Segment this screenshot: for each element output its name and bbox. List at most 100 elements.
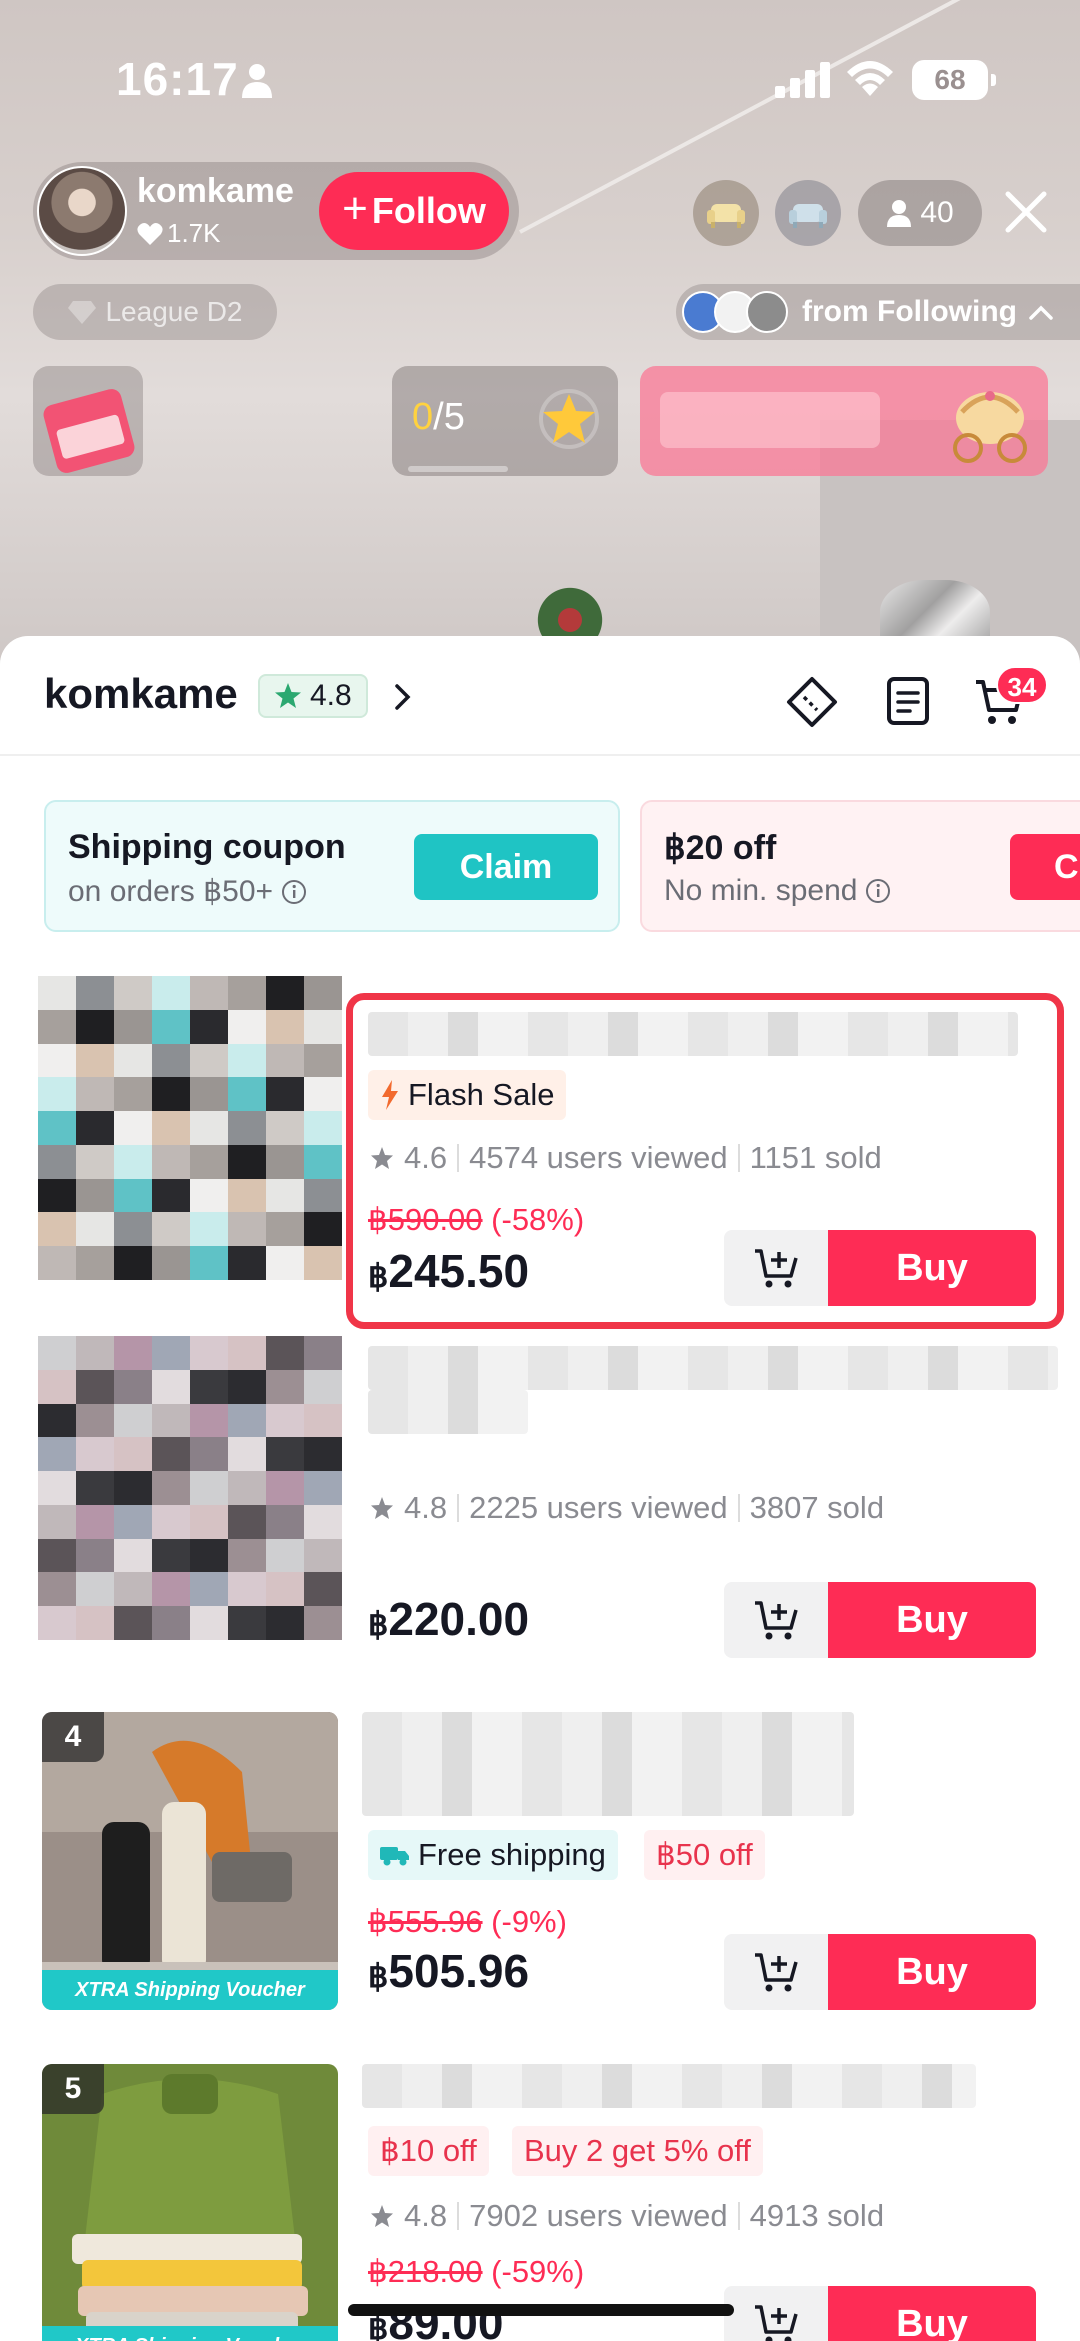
promo-tag: Buy 2 get 5% off: [512, 2126, 763, 2176]
pixel-block: [190, 1369, 228, 1404]
pixel-block: [114, 1212, 152, 1247]
following-avatars: [682, 291, 788, 333]
chevron-up-icon: [1029, 305, 1053, 320]
pixel-block: [228, 1606, 266, 1640]
top-viewer-badge-2[interactable]: [775, 180, 841, 246]
product-stats: 4.8 7902 users viewed 4913 sold: [370, 2198, 884, 2234]
progress-total: /5: [433, 396, 465, 438]
shop-rating-badge[interactable]: 4.8: [258, 674, 368, 718]
status-bar: 16:17 68: [0, 0, 1080, 150]
chevron-right-icon[interactable]: [392, 682, 414, 712]
close-icon[interactable]: [1000, 182, 1052, 242]
pixel-block: [38, 1403, 76, 1438]
viewer-count[interactable]: 40: [858, 180, 982, 246]
coupon-icon[interactable]: [786, 676, 838, 728]
pixelated-image: [38, 1336, 342, 1640]
pixel-block: [76, 1606, 114, 1640]
host-info[interactable]: komkame 1.7K + Follow: [33, 162, 519, 260]
pixel-block: [228, 1336, 266, 1370]
product-title-blurred[interactable]: [368, 1346, 1058, 1390]
product-title-blurred[interactable]: [362, 1712, 854, 1816]
add-to-cart-button[interactable]: [724, 1934, 830, 2010]
pixel-block: [114, 1606, 152, 1640]
pixel-block: [266, 1178, 304, 1213]
star-icon: [539, 389, 599, 449]
product-title-blurred[interactable]: [368, 1012, 1018, 1056]
gift-box-widget[interactable]: [33, 366, 143, 476]
follow-button[interactable]: + Follow: [319, 172, 509, 250]
star-icon: [371, 1497, 393, 1519]
add-cart-icon: [755, 1953, 798, 1992]
shipping-voucher-strip: XTRA Shipping Voucher: [42, 2326, 338, 2341]
pixel-block: [190, 976, 228, 1010]
carriage-icon: [953, 391, 1027, 463]
buy-button[interactable]: Buy: [828, 1934, 1036, 2010]
orders-icon[interactable]: [886, 676, 930, 726]
product-sold: 4913 sold: [749, 2198, 885, 2233]
pixel-block: [76, 1437, 114, 1472]
product-item[interactable]: 4.8 2225 users viewed 3807 sold ฿220.00 …: [0, 1336, 1080, 1676]
discount-percent: (-59%): [491, 2254, 585, 2289]
pixel-block: [76, 976, 114, 1010]
pixel-block: [76, 1471, 114, 1505]
claim-button[interactable]: C: [1010, 834, 1080, 900]
pixel-block: [266, 976, 304, 1010]
league-badge[interactable]: League D2: [33, 284, 277, 340]
pixel-block: [76, 1336, 114, 1370]
coupon-subtitle: No min. spend: [664, 874, 891, 908]
coupon-card[interactable]: ฿20 off No min. spend C: [640, 800, 1080, 932]
pixel-block: [304, 1077, 342, 1112]
info-icon[interactable]: [281, 879, 307, 905]
pixel-block: [152, 976, 190, 1010]
product-sold: 3807 sold: [749, 1490, 885, 1525]
product-viewed: 2225 users viewed: [469, 1490, 728, 1525]
product-item[interactable]: 4 XTRA Shipping Voucher Free shipping ฿5…: [0, 1712, 1080, 2022]
home-indicator[interactable]: [348, 2304, 734, 2316]
pixel-block: [152, 1504, 190, 1539]
coupon-card[interactable]: Shipping coupon on orders ฿50+ Claim: [44, 800, 620, 932]
pixel-block: [266, 1144, 304, 1179]
buy-button[interactable]: Buy: [828, 1582, 1036, 1658]
pixel-block: [266, 1369, 304, 1404]
pixel-block: [114, 1504, 152, 1539]
pixel-block: [114, 1369, 152, 1404]
info-icon[interactable]: [865, 878, 891, 904]
pixel-block: [114, 1538, 152, 1573]
host-avatar[interactable]: [37, 166, 127, 256]
top-viewer-badge-1[interactable]: [693, 180, 759, 246]
pixel-block: [228, 976, 266, 1010]
claim-button[interactable]: Claim: [414, 834, 598, 900]
pixel-block: [228, 1369, 266, 1404]
pixel-block: [38, 1178, 76, 1213]
add-to-cart-button[interactable]: [724, 1230, 830, 1306]
promo-banner[interactable]: [640, 366, 1048, 476]
pixel-block: [38, 1336, 76, 1370]
product-title-blurred[interactable]: [362, 2064, 976, 2108]
pixel-block: [304, 1336, 342, 1370]
free-shipping-tag: Free shipping: [368, 1830, 618, 1880]
wifi-icon: [847, 61, 893, 96]
discount-tag: ฿50 off: [644, 1830, 765, 1880]
add-to-cart-button[interactable]: [724, 2286, 830, 2341]
product-rating: 4.8: [404, 1490, 448, 1525]
following-label: from Following: [802, 295, 1017, 328]
product-image[interactable]: [38, 1336, 342, 1640]
task-progress-widget[interactable]: 0/5: [392, 366, 618, 476]
shop-name[interactable]: komkame: [44, 670, 238, 718]
pixel-block: [152, 1606, 190, 1640]
product-title-blurred[interactable]: [368, 1390, 528, 1434]
buy-button[interactable]: Buy: [828, 2286, 1036, 2341]
product-item[interactable]: 5 XTRA Shipping Voucher ฿10 off Buy 2 ge…: [0, 2064, 1080, 2341]
pixel-block: [228, 1504, 266, 1539]
from-following-pill[interactable]: from Following: [676, 284, 1080, 340]
product-price: ฿220.00: [368, 1592, 529, 1646]
product-image[interactable]: [38, 976, 342, 1280]
buy-button[interactable]: Buy: [828, 1230, 1036, 1306]
host-likes: 1.7K: [137, 218, 221, 249]
product-item[interactable]: Flash Sale 4.6 4574 users viewed 1151 so…: [0, 976, 1080, 1336]
pixel-block: [114, 1471, 152, 1505]
add-cart-icon: [755, 1249, 798, 1288]
coupon-subtitle: on orders ฿50+: [68, 874, 307, 909]
discount-percent: (-9%): [491, 1904, 567, 1939]
add-to-cart-button[interactable]: [724, 1582, 830, 1658]
